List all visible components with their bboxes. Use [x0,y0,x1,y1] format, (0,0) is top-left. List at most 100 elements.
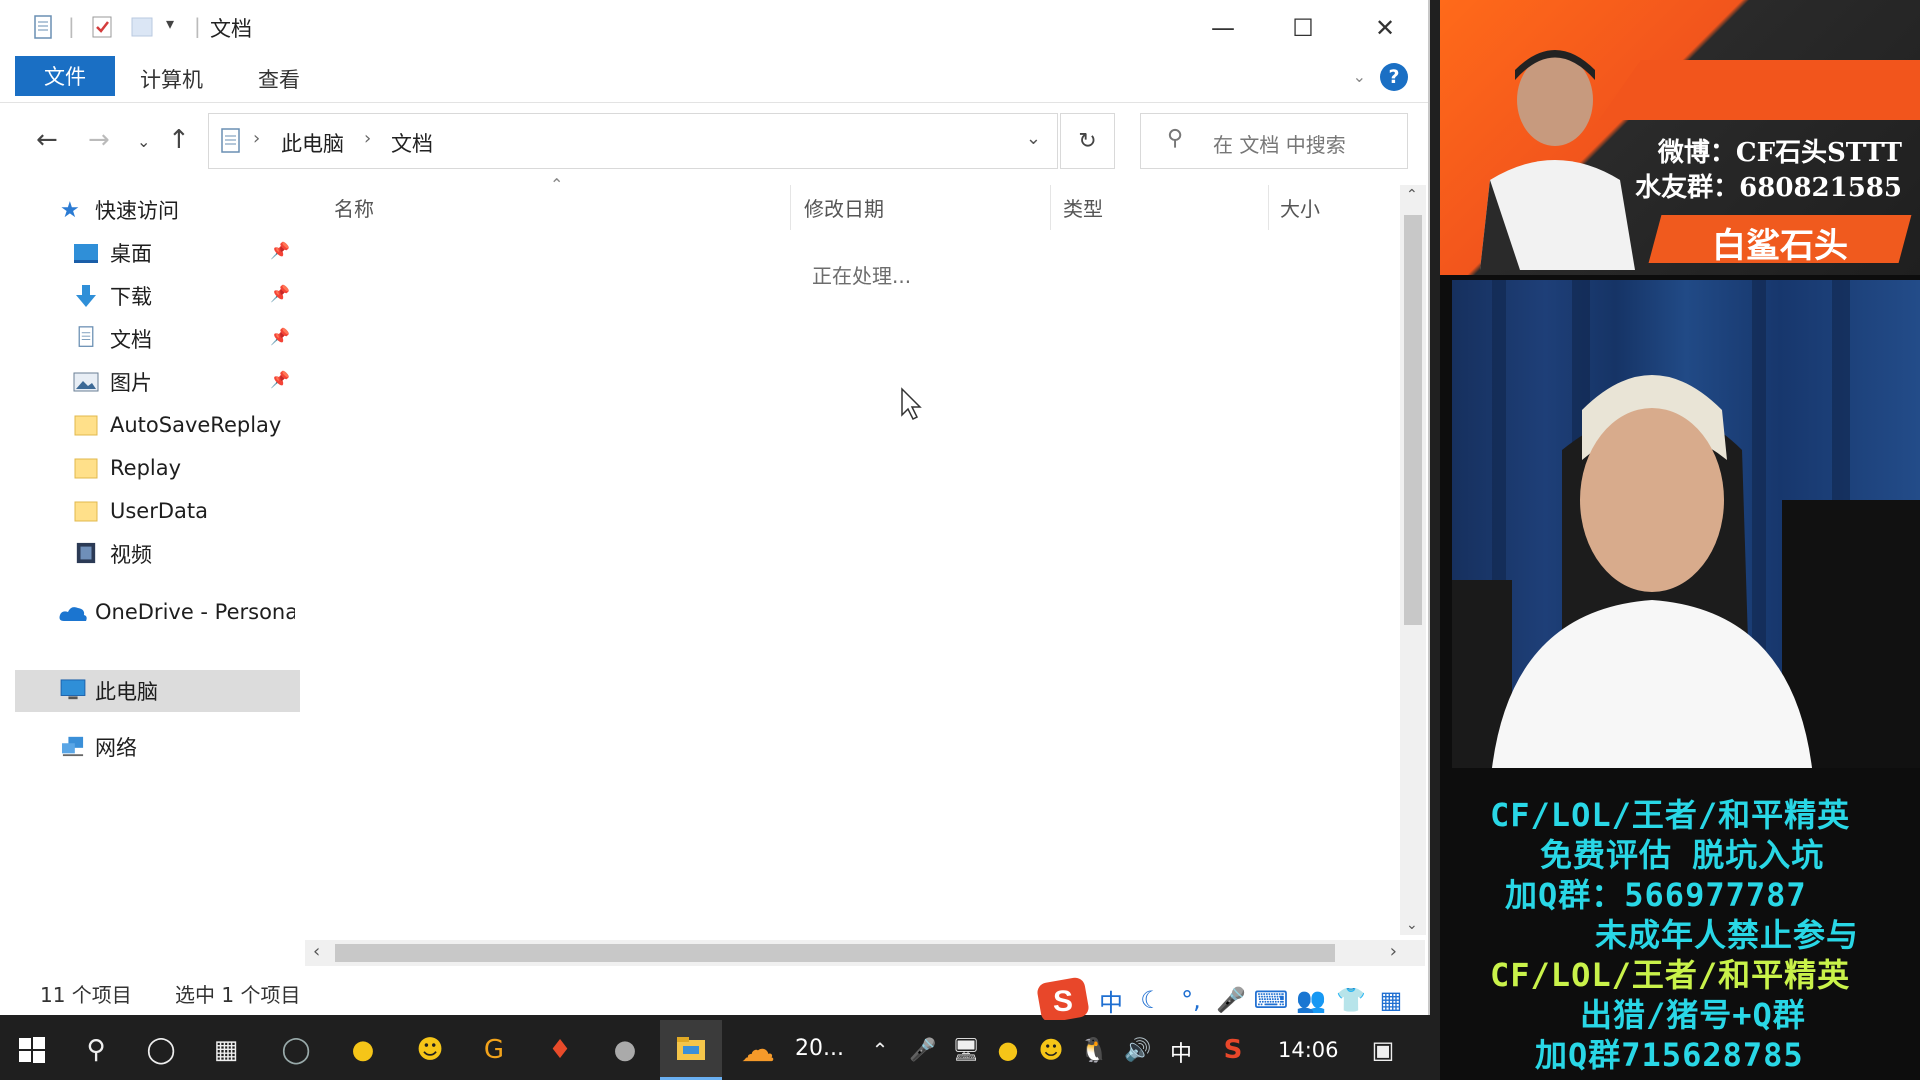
keyboard-icon[interactable]: ⌨ [1251,986,1291,1014]
selected-count: 选中 1 个项目 [175,983,301,1007]
column-divider[interactable] [790,185,791,230]
horizontal-scroll-thumb[interactable] [335,944,1335,962]
windows-start-icon[interactable] [14,1032,50,1068]
nav-downloads[interactable]: 下载 📌 [15,276,300,316]
column-header-date[interactable]: 修改日期 [804,193,884,222]
notifications-icon[interactable]: ▣ [1365,1032,1401,1068]
file-explorer-taskbar-icon[interactable] [660,1020,722,1080]
nav-documents[interactable]: 文档 📌 [15,319,300,359]
network-tray-icon[interactable]: 🖥 [948,1032,984,1068]
nav-pictures[interactable]: 图片 📌 [15,362,300,402]
minimize-button[interactable]: — [1183,0,1263,55]
recent-locations-chevron-icon[interactable]: ⌄ [137,132,150,151]
vertical-scrollbar[interactable]: ⌃ ⌄ [1400,185,1426,935]
column-header-name[interactable]: 名称 [334,193,374,222]
pin-icon[interactable]: 📌 [270,327,290,346]
tab-computer[interactable]: 计算机 [140,64,203,94]
nav-desktop[interactable]: 桌面 📌 [15,233,300,273]
volume-icon[interactable]: 🔊 [1120,1032,1156,1068]
pin-icon[interactable]: 📌 [270,241,290,260]
banner-stripe [1598,60,1920,120]
clock[interactable]: 14:06 [1278,1038,1339,1062]
weather-cloud-icon[interactable]: ☁ [740,1030,776,1070]
nav-quick-access[interactable]: ★ 快速访问 [15,190,300,230]
qa-dropdown-icon[interactable]: ▾ [166,14,174,33]
tab-file[interactable]: 文件 [15,56,115,96]
nav-network[interactable]: 网络 [15,727,300,767]
douyu-app-icon[interactable]: ☻ [412,1032,448,1068]
breadcrumb-this-pc[interactable]: 此电脑 [281,128,344,158]
input-language-indicator[interactable]: 中 [1170,1036,1192,1068]
column-header-type[interactable]: 类型 [1063,193,1103,222]
window-title: 文档 [210,17,252,41]
game-g-app-icon[interactable]: G [476,1032,512,1068]
column-divider[interactable] [1050,185,1051,230]
star-icon: ★ [60,198,80,223]
task-view-icon[interactable]: ▦ [208,1032,244,1068]
cf-game-app-icon[interactable]: ♦ [542,1032,578,1068]
nav-autosavereplay[interactable]: AutoSaveReplay [15,405,300,445]
nav-label: 图片 [110,371,152,395]
vertical-scroll-thumb[interactable] [1404,215,1422,625]
back-arrow-icon[interactable]: ← [36,125,58,155]
nav-this-pc[interactable]: 此电脑 [15,670,300,712]
microphone-icon[interactable]: 🎤 [1211,986,1251,1014]
horizontal-scrollbar[interactable]: ‹ › [305,940,1425,966]
desktop-icon [74,244,98,263]
column-divider[interactable] [1268,185,1269,230]
nav-replay[interactable]: Replay [15,448,300,488]
ribbon-expand-icon[interactable]: ⌄ [1353,67,1366,86]
nav-label: AutoSaveReplay [110,413,282,437]
video-film-icon [76,542,96,564]
item-count: 11 个项目 [40,983,132,1007]
scroll-down-icon[interactable]: ⌄ [1406,917,1418,933]
search-input[interactable]: ⚲ 在 文档 中搜索 [1140,113,1408,169]
scroll-up-icon[interactable]: ⌃ [1406,187,1418,203]
help-button[interactable]: ? [1380,63,1408,91]
forward-arrow-icon[interactable]: → [88,125,110,155]
column-header-size[interactable]: 大小 [1280,193,1320,222]
address-dropdown-icon[interactable]: ⌄ [1026,128,1041,149]
ime-chinese-mode[interactable]: 中 [1091,983,1131,1018]
grid-menu-icon[interactable]: ▦ [1371,986,1411,1014]
ime-toolbar: S 中 ☾ °, 🎤 ⌨ 👥 👕 ▦ [1035,975,1435,1025]
scroll-right-icon[interactable]: › [1390,941,1397,962]
user-icon[interactable]: 👥 [1291,986,1331,1014]
address-bar[interactable]: › 此电脑 › 文档 ⌄ [208,113,1058,169]
sogou-tray-icon[interactable]: S [1215,1032,1251,1068]
obs-app-icon[interactable]: ● [607,1032,643,1068]
sogou-logo-icon[interactable]: S [1035,975,1091,1025]
skin-shirt-icon[interactable]: 👕 [1331,986,1371,1014]
pin-icon[interactable]: 📌 [270,284,290,303]
breadcrumb-documents[interactable]: 文档 [391,128,433,158]
microphone-tray-icon[interactable]: 🎤 [905,1032,941,1068]
douyu-tray-icon[interactable]: ☻ [1033,1032,1069,1068]
search-placeholder: 在 文档 中搜索 [1213,133,1346,157]
green-ball-app-icon[interactable]: ● [345,1032,381,1068]
punctuation-icon[interactable]: °, [1171,986,1211,1014]
qq-penguin-tray-icon[interactable]: 🐧 [1076,1032,1112,1068]
moon-icon[interactable]: ☾ [1131,986,1171,1014]
pin-icon[interactable]: 📌 [270,370,290,389]
properties-check-icon[interactable] [89,14,115,40]
weather-temperature[interactable]: 20... [795,1036,844,1061]
new-folder-icon[interactable] [129,14,155,40]
maximize-button[interactable]: ☐ [1263,0,1343,55]
tab-view[interactable]: 查看 [258,64,300,94]
show-hidden-icons-chevron[interactable]: ⌃ [862,1032,898,1068]
scroll-left-icon[interactable]: ‹ [313,941,320,962]
qa-divider: | [194,14,201,38]
nav-userdata[interactable]: UserData [15,491,300,531]
document-properties-icon[interactable] [30,14,56,40]
camera-app-icon[interactable]: ◯ [278,1032,314,1068]
pictures-icon [73,372,99,392]
webcam-feed-image [1452,280,1920,768]
nav-videos[interactable]: 视频 [15,534,300,574]
cortana-circle-icon[interactable]: ◯ [143,1032,179,1068]
up-arrow-icon[interactable]: ↑ [168,125,190,155]
refresh-button[interactable]: ↻ [1060,113,1115,169]
green-ball-tray-icon[interactable]: ● [990,1032,1026,1068]
nav-onedrive[interactable]: OneDrive - Personal [15,592,300,632]
close-button[interactable]: ✕ [1345,0,1425,55]
search-icon[interactable]: ⚲ [78,1032,114,1068]
